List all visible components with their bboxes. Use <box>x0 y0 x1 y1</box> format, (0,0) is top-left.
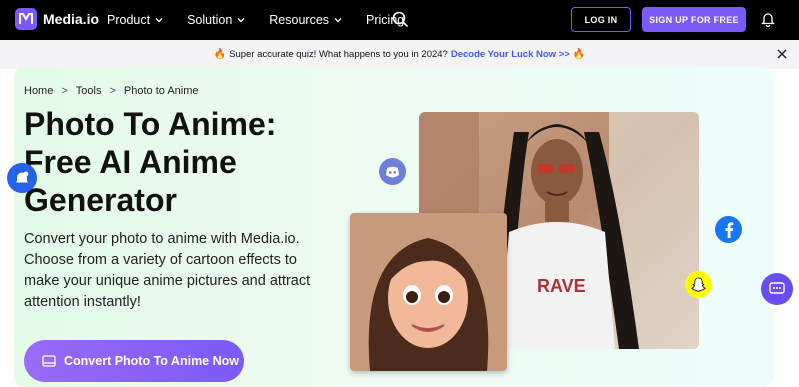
close-icon[interactable] <box>776 48 788 60</box>
fire-icon: 🔥 <box>572 49 586 60</box>
nav-item-label: Product <box>107 13 151 27</box>
search-icon[interactable] <box>392 11 409 28</box>
promo-banner: 🔥 Super accurate quiz! What happens to y… <box>0 40 799 69</box>
nav-item-label: Resources <box>269 13 330 27</box>
image-icon <box>42 355 56 367</box>
chat-icon <box>769 282 785 294</box>
notification-button[interactable] <box>7 163 37 193</box>
breadcrumb-separator: > <box>61 85 68 97</box>
chat-button[interactable] <box>761 273 793 305</box>
hero-description: Convert your photo to anime with Media.i… <box>24 231 311 310</box>
logo[interactable]: Media.io <box>15 8 99 30</box>
login-button[interactable]: LOG IN <box>571 7 631 32</box>
breadcrumb-separator: > <box>109 85 116 97</box>
top-nav: Media.io Product Solution Resources Pric… <box>0 0 799 40</box>
convert-button-label: Convert Photo To Anime Now <box>64 354 239 368</box>
notification-icon <box>16 171 29 183</box>
nav-item-solution[interactable]: Solution <box>187 13 245 27</box>
logo-icon <box>15 8 37 30</box>
chevron-down-icon <box>237 18 245 23</box>
chevron-down-icon <box>334 18 342 23</box>
logo-text: Media.io <box>43 11 100 27</box>
svg-text:RAVE: RAVE <box>537 276 586 296</box>
promo-link[interactable]: Decode Your Luck Now >> <box>451 49 570 60</box>
breadcrumb-home[interactable]: Home <box>24 85 53 97</box>
signup-button[interactable]: SIGN UP FOR FREE <box>642 7 746 32</box>
discord-icon[interactable] <box>379 158 406 185</box>
bell-icon[interactable] <box>761 11 775 27</box>
nav-item-label: Solution <box>187 13 233 27</box>
breadcrumb-tools[interactable]: Tools <box>76 85 102 97</box>
anime-photo <box>350 213 507 371</box>
breadcrumb: Home > Tools > Photo to Anime <box>24 85 199 97</box>
nav-menu: Product Solution Resources Pricing <box>107 0 428 40</box>
nav-item-resources[interactable]: Resources <box>269 13 342 27</box>
breadcrumb-current: Photo to Anime <box>123 85 199 97</box>
nav-item-product[interactable]: Product <box>107 13 163 27</box>
snapchat-icon[interactable] <box>685 271 712 298</box>
page-title: Photo To Anime: Free AI Anime Generator <box>24 106 277 218</box>
promo-text: Super accurate quiz! What happens to you… <box>229 49 448 60</box>
chevron-down-icon <box>155 18 163 23</box>
fire-icon: 🔥 <box>213 49 227 60</box>
facebook-icon[interactable] <box>715 216 742 243</box>
